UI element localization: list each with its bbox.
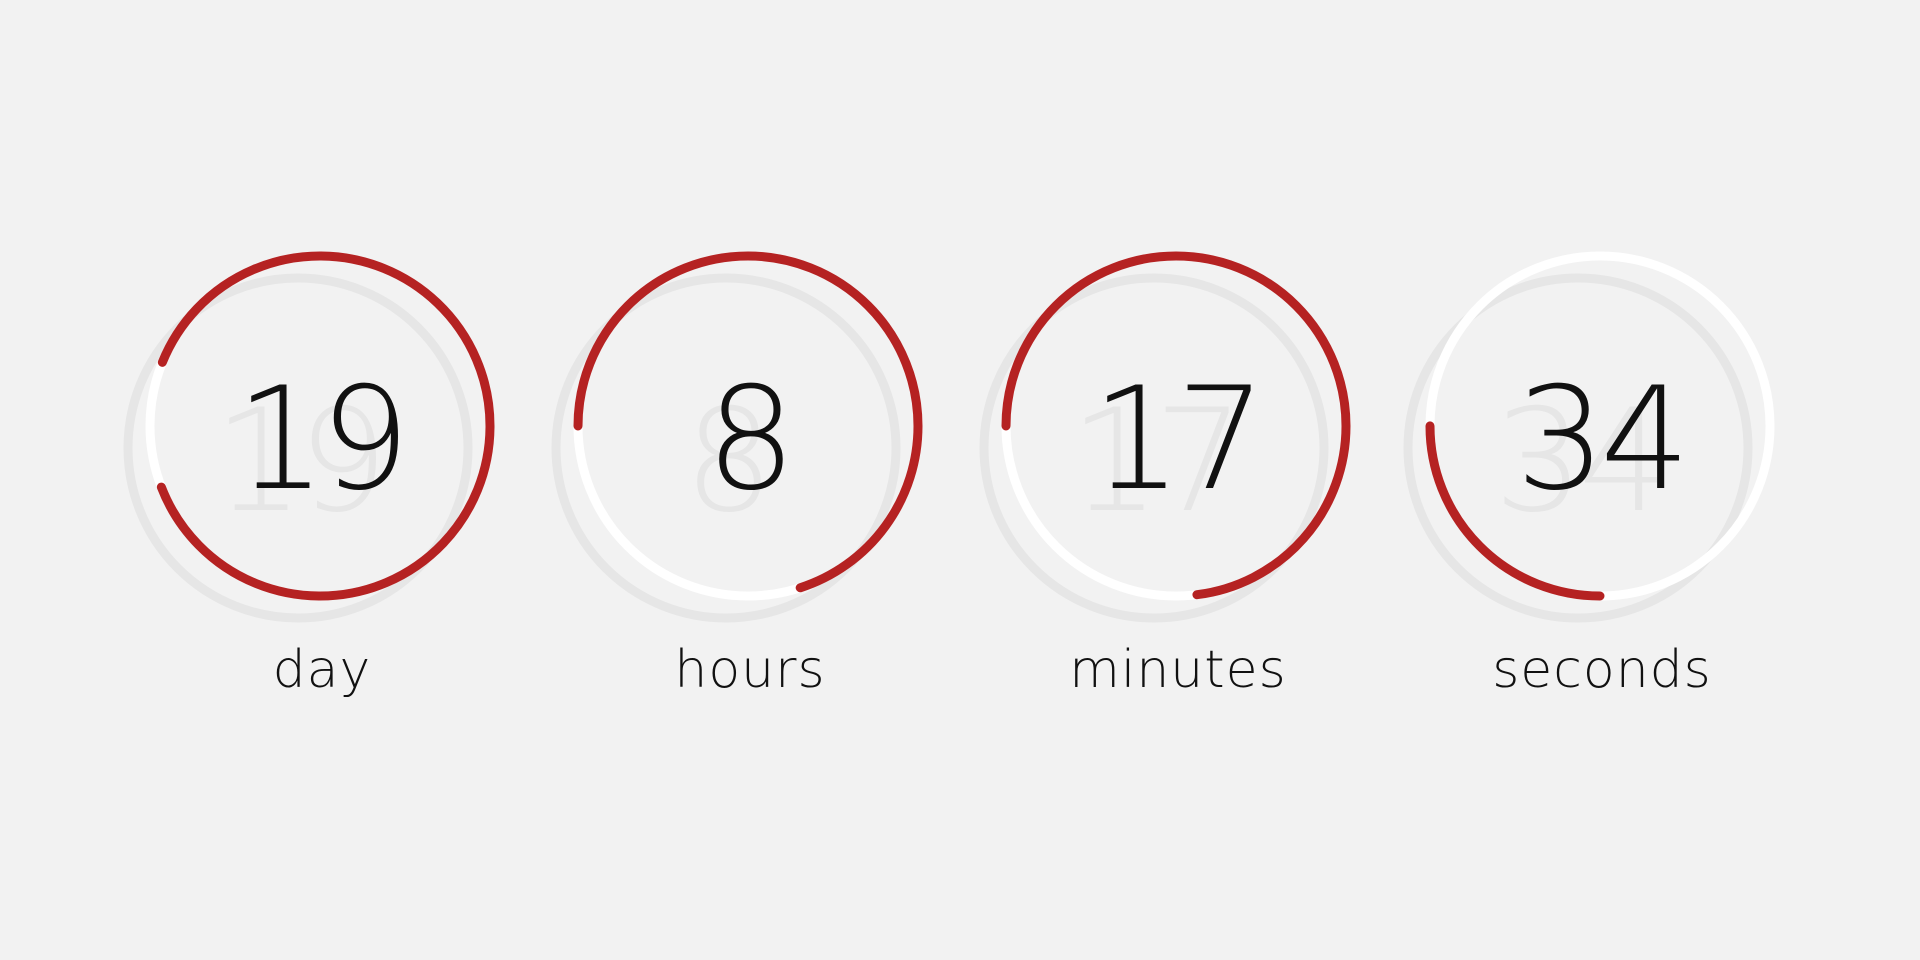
hours-label: hours [674, 640, 826, 700]
hours-dial: 8 8 [551, 251, 923, 623]
day-value: 19 [236, 357, 405, 522]
day-dial: 19 19 [123, 251, 495, 623]
minutes-value: 17 [1092, 357, 1261, 522]
countdown-unit-minutes: 17 17 minutes [968, 240, 1388, 720]
countdown-unit-day: 19 19 day [112, 240, 532, 720]
seconds-value: 34 [1516, 357, 1685, 522]
day-label: day [272, 640, 372, 700]
seconds-dial: 34 34 [1403, 251, 1775, 623]
countdown-unit-seconds: 34 34 seconds [1392, 240, 1812, 720]
hours-value: 8 [706, 357, 790, 522]
minutes-label: minutes [1069, 640, 1287, 700]
countdown-timer: 19 19 day 8 8 hours 17 17 minutes 34 34 … [0, 0, 1920, 960]
minutes-dial: 17 17 [979, 251, 1351, 623]
seconds-label: seconds [1492, 640, 1712, 700]
countdown-unit-hours: 8 8 hours [540, 240, 960, 720]
